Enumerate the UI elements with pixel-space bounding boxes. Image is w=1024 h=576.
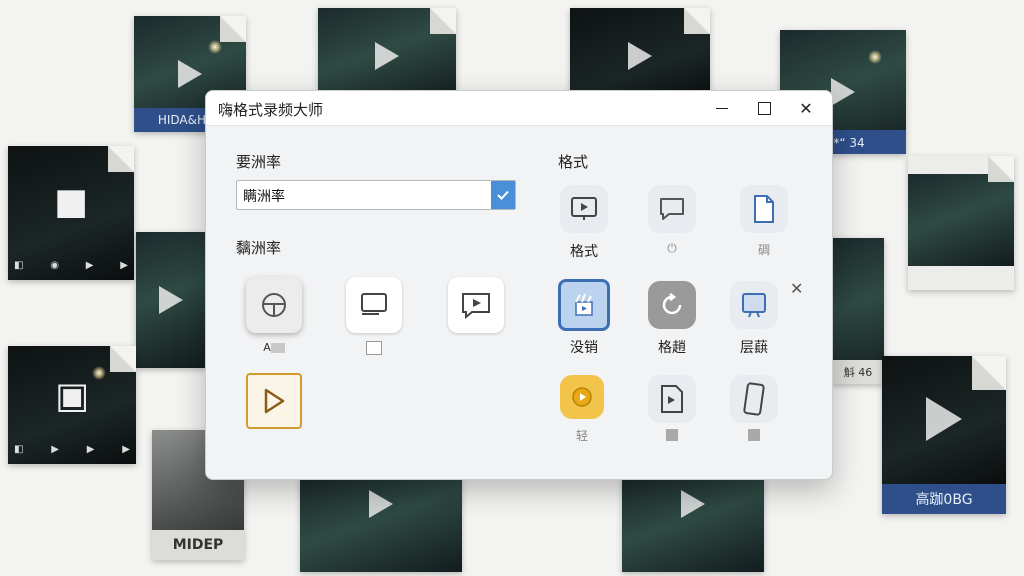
stop-icon: ■ [53,181,89,223]
play-icon [375,42,399,70]
close-button[interactable]: ✕ [786,95,826,121]
presentation-icon [742,293,766,318]
panel-close-icon[interactable]: ✕ [790,279,803,298]
app-window: 嗨格式录频大师 ✕ 要洲率 瞒洲率 黐洲率 A 格式 格式 ⏻ 碉 没销 格趙 … [205,90,833,480]
power-icon: ⏻ [667,241,677,255]
minimize-icon [716,107,728,109]
resolution-select[interactable]: 瞒洲率 [236,180,516,210]
format-yellow-media[interactable] [560,375,604,419]
file-caption: 高跏0BG [882,484,1006,514]
video-icon: ▣ [54,375,90,417]
yellow-media-icon [572,387,592,407]
play-icon [159,286,183,314]
file-tile-right-mid: 斛 46 [832,238,884,384]
file-caption: MIDEP [152,530,244,560]
format-clapperboard-label: 没销 [570,340,598,356]
resolution-select-value: 瞒洲率 [243,189,285,205]
format-document-label: 碉 [757,243,770,257]
format-slideshow-label: 格式 [570,244,598,260]
slideshow-icon [571,197,597,220]
format-chat-label: ⏻ [642,241,702,256]
steering-wheel-icon [262,293,286,317]
file-tile-bottom-center-right [622,478,764,572]
format-presentation[interactable] [730,281,778,329]
source-option-play[interactable] [246,373,302,429]
source-option-steering[interactable] [246,277,302,333]
play-icon [264,388,285,414]
format-phone-label [724,429,784,445]
media-controls: ◧ ◉ ▶ ▶ [14,260,128,271]
minimize-button[interactable] [702,95,742,121]
format-video-file-label [642,429,702,445]
play-icon [178,60,202,88]
format-chat[interactable] [648,185,696,233]
file-tile-right-lower: 高跏0BG [882,356,1006,514]
source-option-screen-record[interactable] [448,277,504,333]
clapperboard-icon [575,293,593,316]
resolution-label: 要洲率 [236,153,282,171]
format-presentation-label: 层蕻 [740,340,768,356]
format-slideshow[interactable] [560,185,608,233]
play-icon [831,78,855,106]
play-icon [628,42,652,70]
format-document[interactable] [740,185,788,233]
phone-icon [743,382,765,416]
file-tile-left-upper: ■ ◧ ◉ ▶ ▶ [8,146,134,280]
file-caption: 斛 46 [832,360,884,384]
file-tile-right-upper [908,156,1014,290]
format-clapperboard[interactable] [558,279,610,331]
window-title: 嗨格式录频大师 [218,101,324,119]
screen-record-icon [462,293,490,319]
file-tile-left-mid [136,232,206,368]
document-icon [754,195,774,223]
file-tile-bottom-center-left [300,478,462,572]
source-option-steering-caption: A [244,341,304,354]
chat-bubble-icon [660,198,684,220]
refresh-icon [662,293,682,315]
play-icon [926,397,962,442]
media-controls: ◧ ▶ ▶ ▶ [14,444,130,455]
format-refresh-label: 格趙 [658,340,686,356]
monitor-icon [361,293,387,315]
check-icon [497,190,509,200]
video-file-icon [661,385,683,413]
source-option-monitor[interactable] [346,277,402,333]
title-bar: 嗨格式录频大师 ✕ [206,91,832,126]
play-icon [369,490,393,519]
file-tile-left-lower: ▣ ◧ ▶ ▶ ▶ [8,346,136,464]
maximize-button[interactable] [744,95,784,121]
format-yellow-media-label: 轻 [575,429,588,443]
format-refresh[interactable] [648,281,696,329]
format-label: 格式 [558,153,589,171]
close-icon: ✕ [799,98,813,118]
play-icon [681,490,705,519]
maximize-icon [757,101,771,115]
source-label: 黐洲率 [236,239,282,257]
format-phone[interactable] [730,375,778,423]
format-video-file[interactable] [648,375,696,423]
dropdown-button[interactable] [491,181,515,209]
source-option-monitor-caption [344,341,404,355]
